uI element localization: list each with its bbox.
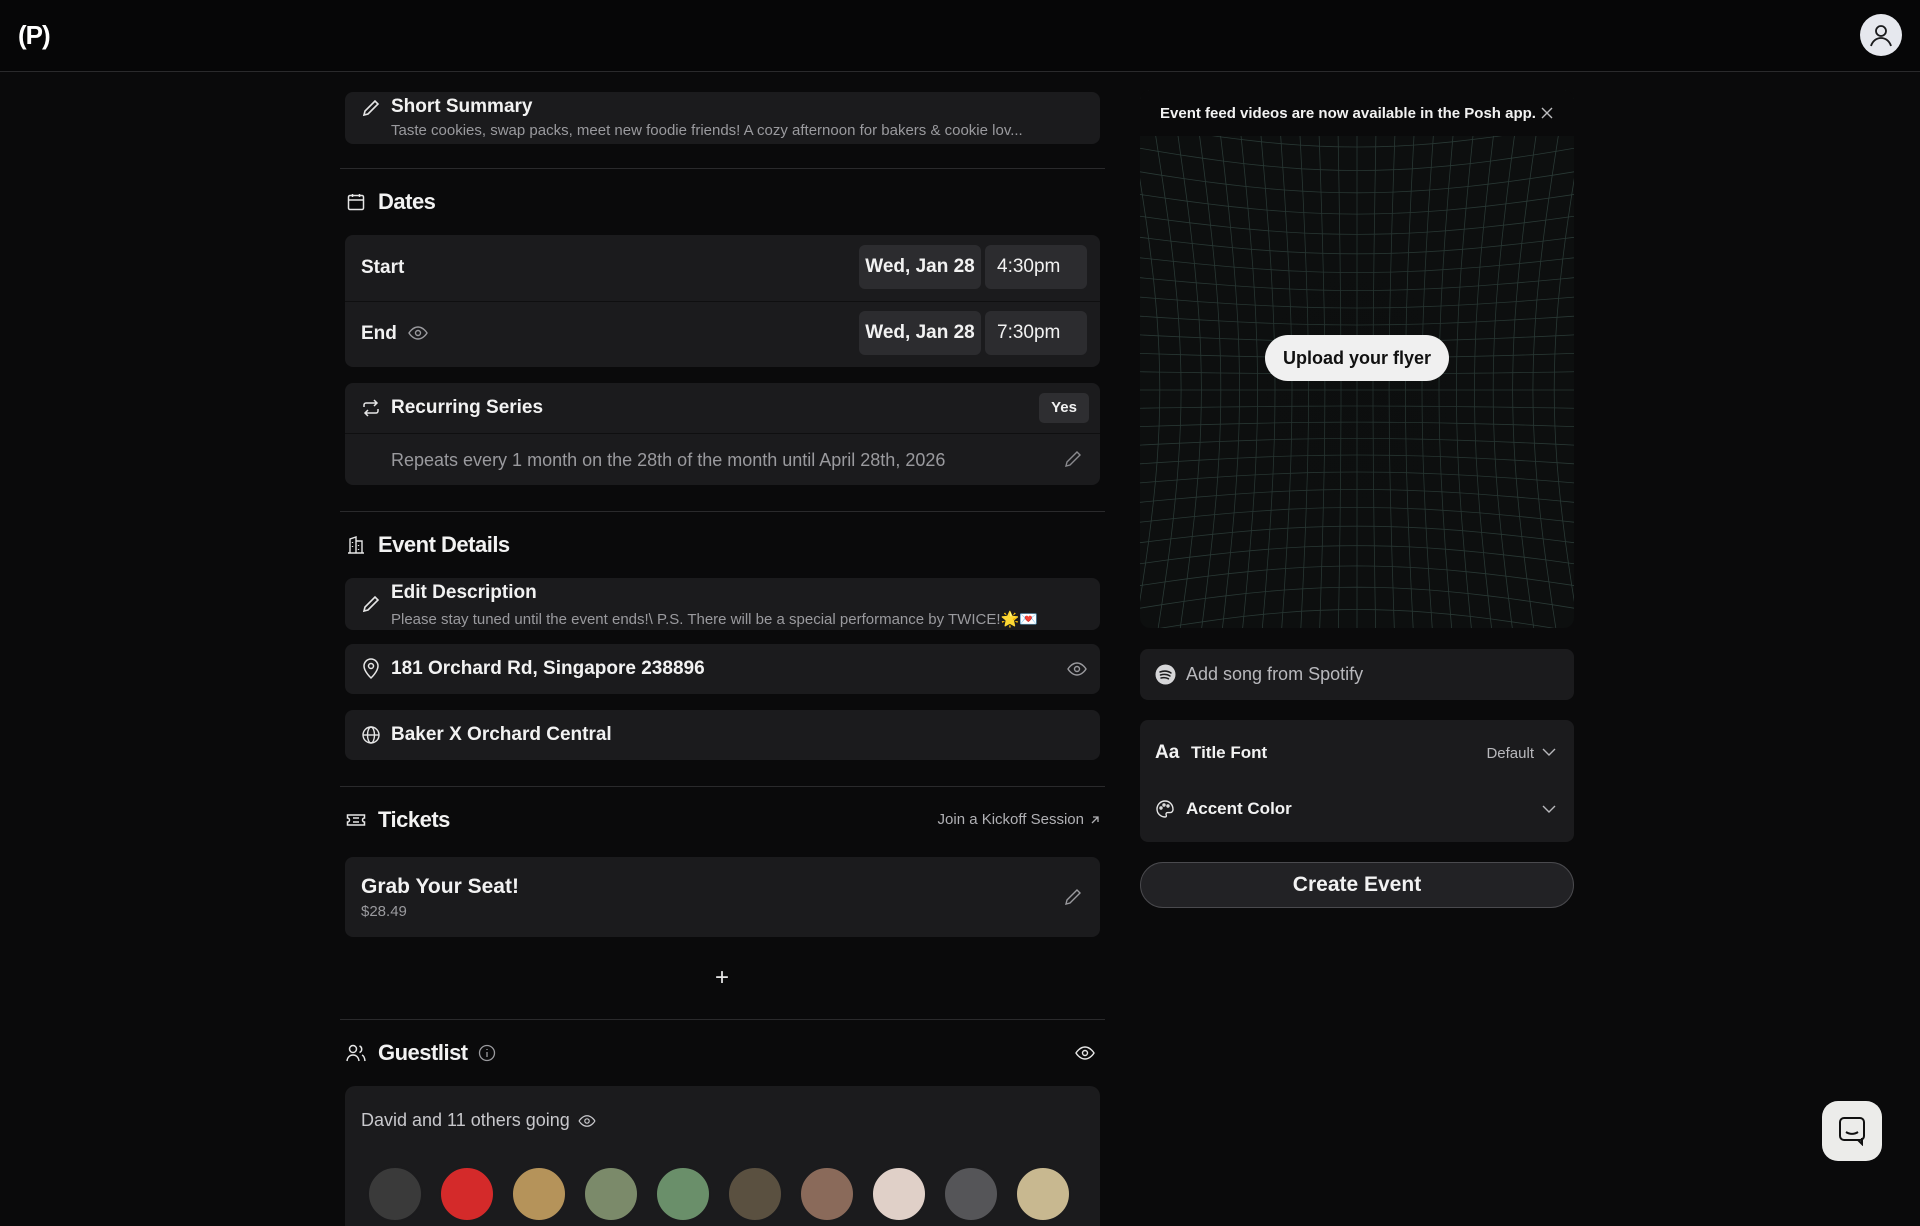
title-font-row[interactable]: Aa Title Font Default <box>1140 720 1574 780</box>
pencil-icon <box>361 594 381 614</box>
guestlist-section-header: Guestlist <box>340 1020 1105 1086</box>
short-summary-label: Short Summary <box>391 96 533 117</box>
address-field[interactable]: 181 Orchard Rd, Singapore 238896 <box>345 644 1100 694</box>
start-time-field[interactable]: 4:30pm <box>985 245 1087 289</box>
upload-flyer-button[interactable]: Upload your flyer <box>1265 335 1449 381</box>
guest-avatar[interactable] <box>727 1166 783 1222</box>
chat-support-button[interactable] <box>1822 1101 1882 1161</box>
calendar-icon <box>346 192 366 212</box>
title-font-value: Default <box>1486 745 1534 762</box>
banner-text: Event feed videos are now available in t… <box>1160 104 1536 122</box>
guest-avatar[interactable] <box>1015 1166 1071 1222</box>
ticket-name: Grab Your Seat! <box>361 875 519 898</box>
recurring-series-label: Recurring Series <box>391 397 544 418</box>
guest-avatar[interactable] <box>943 1166 999 1222</box>
recurring-series-card: Recurring Series Yes Repeats every 1 mon… <box>345 383 1100 485</box>
building-icon <box>346 535 366 555</box>
guestlist-going-text: David and 11 others going <box>361 1110 570 1130</box>
end-time-field[interactable]: 7:30pm <box>985 311 1087 355</box>
add-ticket-button[interactable]: + <box>710 966 734 991</box>
description-preview: Please stay tuned until the event ends!\… <box>391 611 1038 628</box>
title-font-label: Title Font <box>1191 743 1268 762</box>
guest-avatar[interactable] <box>367 1166 423 1222</box>
top-bar: (P) <box>0 0 1920 72</box>
edit-ticket-pencil-icon[interactable] <box>1063 887 1083 907</box>
flyer-preview[interactable]: Event feed videos are now available in t… <box>1140 90 1574 628</box>
venue-field[interactable]: Baker X Orchard Central <box>345 710 1100 760</box>
eye-icon[interactable] <box>408 325 428 341</box>
dates-card: Start GMT +8 Wed, Jan 28 4:30pm End GMT … <box>345 235 1100 367</box>
palette-icon <box>1155 799 1175 819</box>
recurring-description: Repeats every 1 month on the 28th of the… <box>391 450 946 470</box>
venue-text: Baker X Orchard Central <box>391 724 612 745</box>
guestlist-title: Guestlist <box>378 1040 468 1065</box>
recurring-toggle-badge[interactable]: Yes <box>1039 393 1089 423</box>
chevron-down-icon <box>1542 748 1556 757</box>
posh-logo[interactable]: (P) <box>18 20 51 51</box>
tickets-section-header: Tickets Join a Kickoff Session <box>340 787 1105 853</box>
row-divider <box>345 433 1100 434</box>
style-settings-card: Aa Title Font Default Accent Color <box>1140 720 1574 842</box>
guest-avatar[interactable] <box>655 1166 711 1222</box>
ticket-item[interactable]: Grab Your Seat! $28.49 <box>345 857 1100 937</box>
short-summary-text: Taste cookies, swap packs, meet new food… <box>391 122 1023 139</box>
guest-avatar[interactable] <box>799 1166 855 1222</box>
close-icon[interactable] <box>1540 106 1554 120</box>
info-icon[interactable] <box>478 1044 496 1062</box>
start-label: Start <box>361 257 405 278</box>
guestlist-going-row: David and 11 others going <box>361 1110 596 1131</box>
end-date-field[interactable]: Wed, Jan 28 <box>859 311 981 355</box>
pencil-icon <box>361 98 381 118</box>
arrow-up-right-icon <box>1090 815 1100 825</box>
address-text: 181 Orchard Rd, Singapore 238896 <box>391 658 705 679</box>
users-icon <box>346 1044 366 1062</box>
user-icon <box>1868 22 1894 48</box>
accent-color-row[interactable]: Accent Color <box>1140 780 1574 840</box>
title-font-icon: Aa <box>1155 742 1180 763</box>
guest-avatar[interactable] <box>439 1166 495 1222</box>
dates-section-header: Dates <box>340 169 1105 235</box>
guestlist-card: David and 11 others going <box>345 1086 1100 1226</box>
start-row: Start GMT +8 Wed, Jan 28 4:30pm <box>345 235 1100 301</box>
end-label: End <box>361 323 397 344</box>
event-form: Short Summary Taste cookies, swap packs,… <box>340 72 1105 1226</box>
chevron-down-icon <box>1542 805 1556 814</box>
ticket-icon <box>346 812 366 828</box>
edit-description-label: Edit Description <box>391 582 537 603</box>
kickoff-session-link[interactable]: Join a Kickoff Session <box>938 811 1100 828</box>
guest-avatar[interactable] <box>583 1166 639 1222</box>
tickets-title: Tickets <box>378 807 450 832</box>
ticket-price: $28.49 <box>361 903 407 920</box>
eye-icon[interactable] <box>1075 1045 1095 1061</box>
short-summary-card[interactable]: Short Summary Taste cookies, swap packs,… <box>345 92 1100 144</box>
event-details-section-header: Event Details <box>340 512 1105 578</box>
map-pin-icon <box>361 658 381 680</box>
end-row: End GMT +8 Wed, Jan 28 7:30pm <box>345 302 1100 367</box>
spotify-song-field[interactable]: Add song from Spotify <box>1140 649 1574 700</box>
edit-recurrence-pencil-icon[interactable] <box>1063 449 1083 469</box>
chat-icon <box>1838 1116 1866 1146</box>
globe-icon <box>361 725 381 745</box>
guest-avatar[interactable] <box>871 1166 927 1222</box>
accent-color-label: Accent Color <box>1186 799 1292 818</box>
guest-avatar-row <box>367 1166 1087 1222</box>
guest-avatar[interactable] <box>511 1166 567 1222</box>
spotify-icon <box>1155 664 1176 685</box>
kickoff-session-link-label: Join a Kickoff Session <box>937 811 1084 828</box>
eye-icon[interactable] <box>1067 661 1087 677</box>
start-date-field[interactable]: Wed, Jan 28 <box>859 245 981 289</box>
feed-video-banner: Event feed videos are now available in t… <box>1140 90 1574 136</box>
spotify-placeholder: Add song from Spotify <box>1186 664 1364 684</box>
create-event-button[interactable]: Create Event <box>1140 862 1574 908</box>
eye-icon[interactable] <box>578 1114 596 1128</box>
profile-avatar-button[interactable] <box>1860 14 1902 56</box>
edit-description-card[interactable]: Edit Description Please stay tuned until… <box>345 578 1100 630</box>
repeat-icon <box>361 399 381 417</box>
dates-title: Dates <box>378 189 436 214</box>
event-details-title: Event Details <box>378 532 510 557</box>
